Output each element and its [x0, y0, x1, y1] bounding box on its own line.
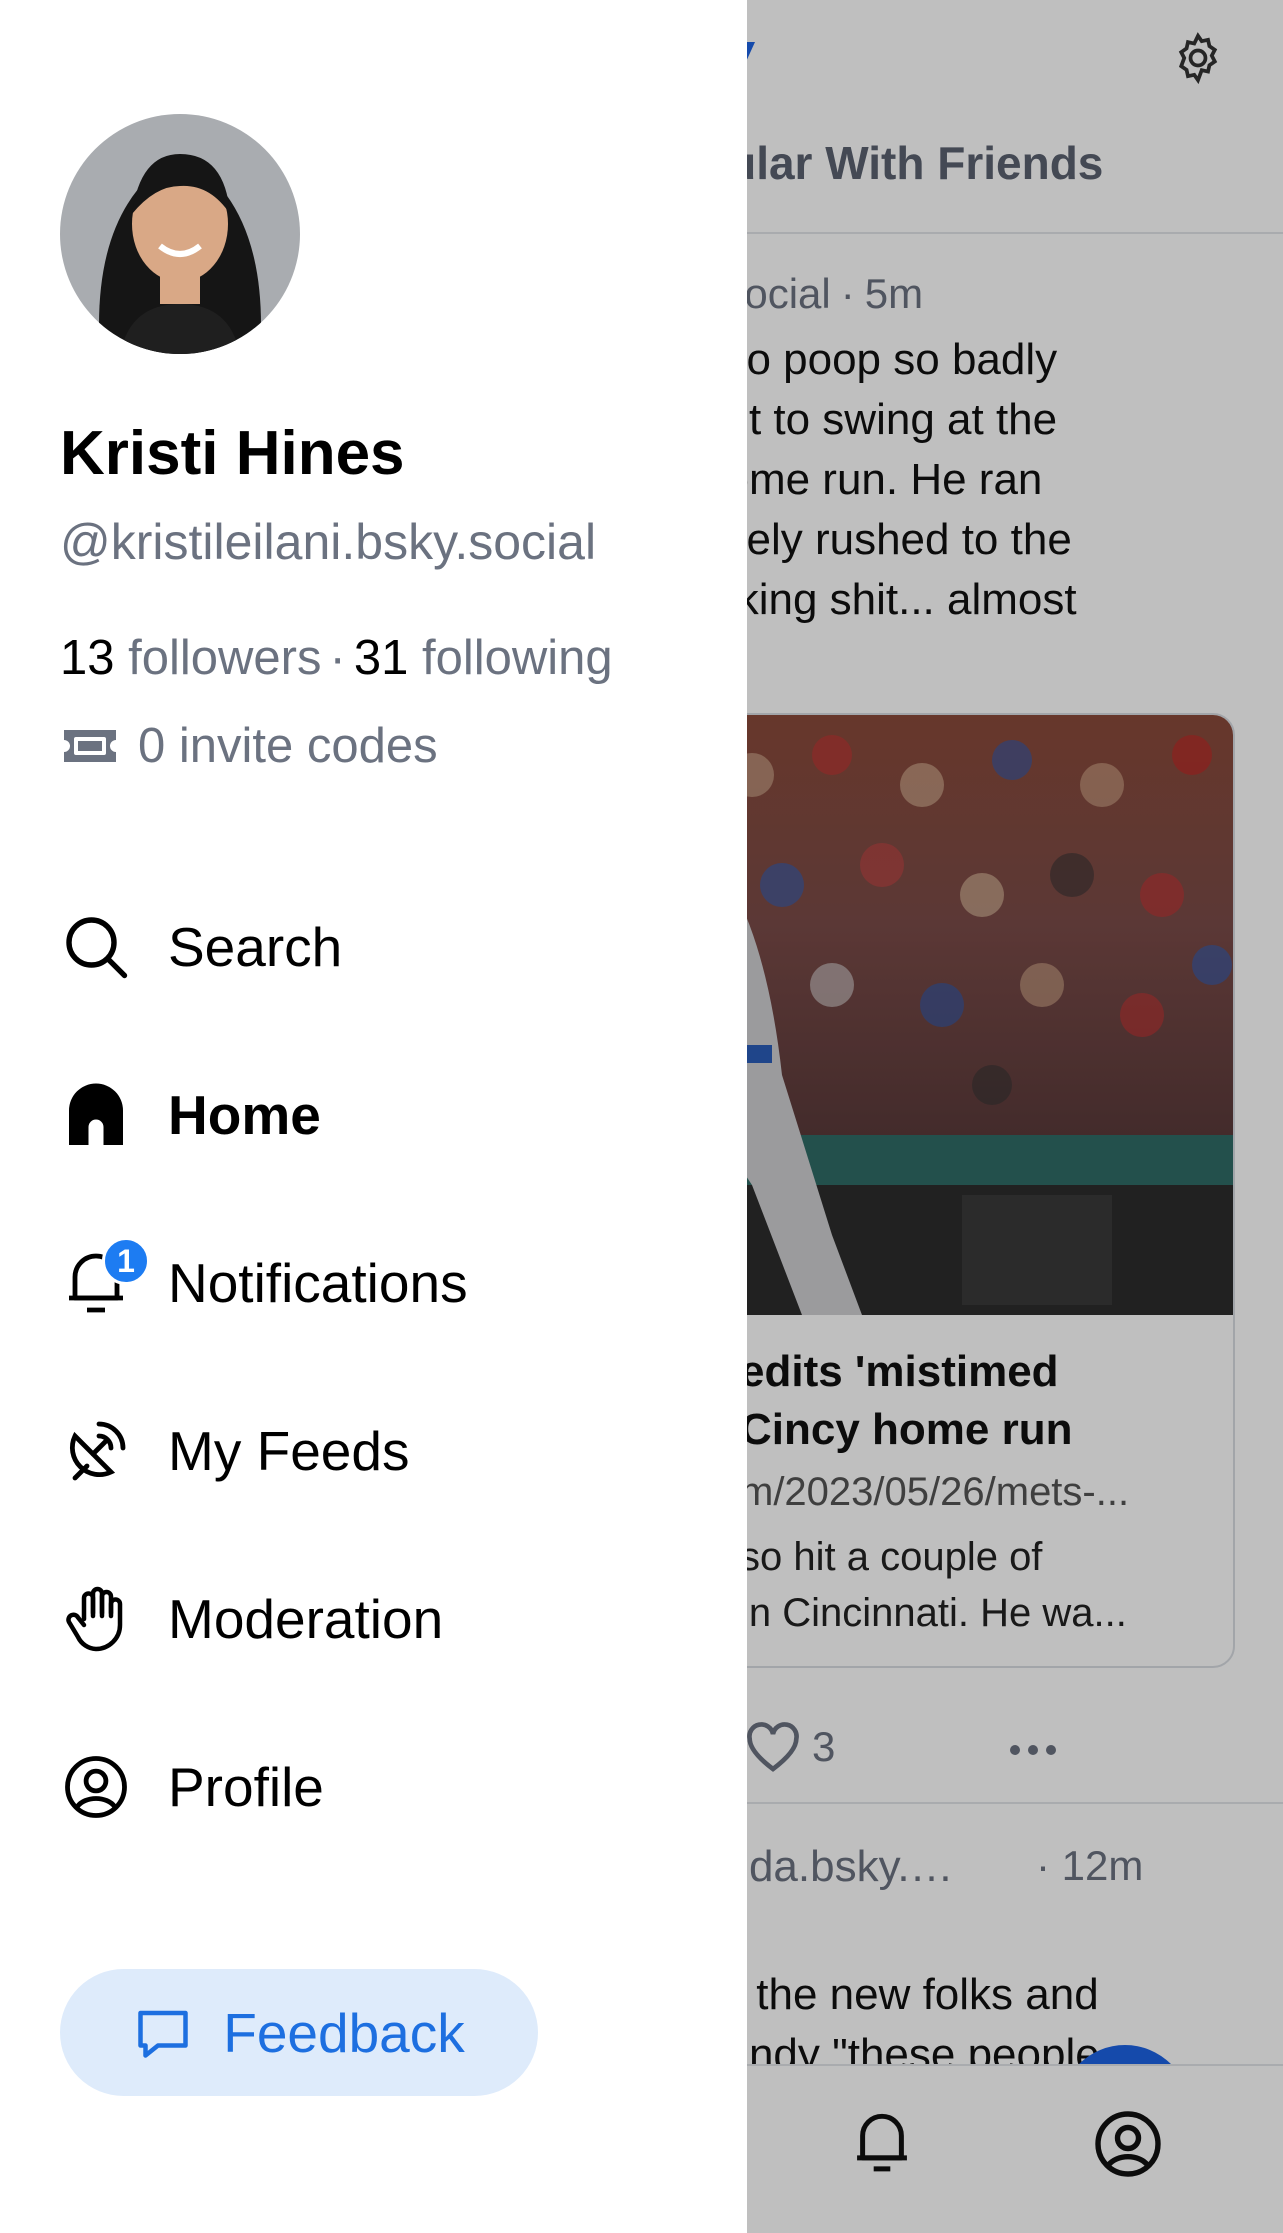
bell-icon: 1 [60, 1237, 150, 1319]
dot-separator: · [840, 270, 855, 317]
link-embed-card[interactable]: edits 'mistimed Cincy home run m/2023/05… [690, 713, 1235, 1668]
dot-separator: · [329, 631, 346, 685]
embed-description-line: in Cincinnati. He wa... [740, 1591, 1127, 1635]
following-link[interactable]: 31 following [354, 631, 613, 685]
nav-item-search[interactable]: Search [60, 892, 700, 1002]
embed-title-line: edits 'mistimed [740, 1347, 1059, 1396]
followers-link[interactable]: 13 followers [60, 631, 322, 685]
nav-item-profile[interactable]: Profile [60, 1732, 700, 1842]
ticket-icon [64, 730, 116, 762]
divider [745, 232, 1283, 234]
feedback-button[interactable]: Feedback [60, 1969, 538, 2096]
side-drawer: Kristi Hines @kristileilani.bsky.social … [0, 0, 747, 2233]
embed-url: m/2023/05/26/mets-... [740, 1470, 1130, 1514]
bell-icon[interactable] [848, 2108, 916, 2180]
embed-thumbnail-image [692, 715, 1233, 1315]
nav-item-notifications[interactable]: 1 Notifications [60, 1228, 700, 1338]
heart-icon[interactable] [745, 1722, 801, 1774]
post-time: · 12m [1036, 1842, 1143, 1890]
more-options-icon[interactable] [1005, 1735, 1061, 1765]
following-label: following [421, 631, 613, 685]
followers-label: followers [128, 631, 322, 685]
notification-badge: 1 [102, 1237, 150, 1285]
search-icon [60, 911, 132, 983]
invite-codes-button[interactable]: 0 invite codes [60, 718, 438, 774]
like-count: 3 [812, 1723, 836, 1770]
embed-title-line: Cincy home run [740, 1405, 1073, 1454]
nav-label-moderation: Moderation [168, 1588, 444, 1650]
embed-description-line: so hit a couple of [740, 1535, 1043, 1579]
post-time: 5m [864, 270, 924, 317]
feedback-label: Feedback [223, 2001, 465, 2064]
post-text-line: e king shit... almost [700, 575, 1077, 624]
avatar[interactable] [60, 114, 300, 354]
post-text-line: iately rushed to the [700, 515, 1072, 564]
user-circle-icon[interactable] [1092, 2108, 1164, 2180]
post-text-line: out to swing at the [700, 395, 1058, 444]
message-icon [138, 2010, 188, 2058]
nav-item-moderation[interactable]: Moderation [60, 1564, 700, 1674]
user-circle-icon [60, 1751, 132, 1823]
post-text-line: home run. He ran [700, 455, 1043, 504]
nav-label-my-feeds: My Feeds [168, 1420, 410, 1482]
satellite-icon [60, 1415, 132, 1487]
gear-icon[interactable] [1170, 30, 1226, 86]
nav-label-notifications: Notifications [168, 1252, 468, 1314]
display-name: Kristi Hines [60, 419, 405, 488]
followers-count: 13 [60, 631, 115, 685]
post-text-line: all the new folks and [700, 1970, 1099, 2019]
avatar-image [60, 114, 300, 354]
following-count: 31 [353, 631, 409, 685]
divider [745, 1802, 1283, 1804]
post-text-line: s to poop so badly [700, 335, 1058, 384]
dot-separator: · [1036, 1842, 1062, 1889]
home-icon [60, 1079, 132, 1151]
nav-item-my-feeds[interactable]: My Feeds [60, 1396, 700, 1506]
nav-item-home[interactable]: Home [60, 1060, 700, 1170]
invite-codes-label: 0 invite codes [138, 719, 438, 773]
follow-stats: 13 followers · 31 following [60, 630, 613, 686]
nav-label-profile: Profile [168, 1756, 324, 1818]
hand-icon [60, 1583, 132, 1655]
nav-label-search: Search [168, 916, 343, 978]
nav-label-home: Home [168, 1084, 321, 1146]
tab-popular-with-friends[interactable]: pular With Friends [700, 136, 1103, 190]
profile-handle: @kristileilani.bsky.social [60, 514, 597, 570]
post-time-value: 12m [1061, 1842, 1144, 1889]
